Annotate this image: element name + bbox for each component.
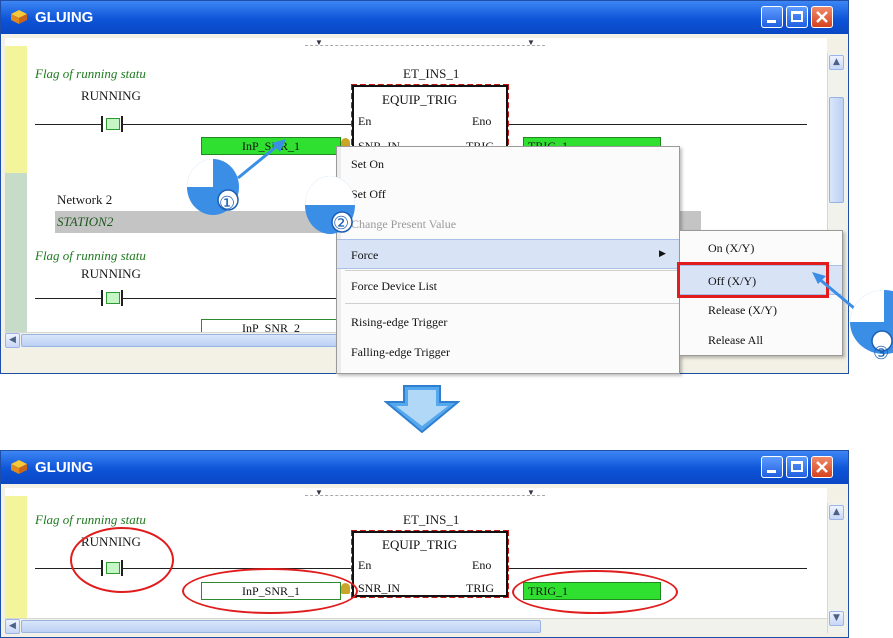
minimize-button[interactable] [761, 456, 783, 478]
network-header: Network 2 [57, 192, 113, 207]
highlight-box [677, 262, 829, 298]
title-bar[interactable]: GLUING [1, 451, 848, 484]
scroll-thumb[interactable] [21, 620, 541, 633]
pin-en: En [358, 114, 372, 128]
submenu-item-release-all[interactable]: Release All [680, 325, 842, 355]
splitter-handle[interactable]: ▼ ▼ [305, 38, 545, 47]
menu-item-force[interactable]: Force ▶ [337, 239, 679, 269]
chevron-down-icon: ▼ [527, 38, 535, 47]
highlight-ring [512, 570, 678, 614]
scroll-up-button[interactable]: ▲ [829, 55, 844, 70]
step-number: ③ [873, 343, 890, 363]
station-comment: STATION2 [57, 214, 114, 229]
function-block[interactable]: EQUIP_TRIG En Eno SNR_IN TRIG [351, 530, 509, 598]
submenu-arrow-icon: ▶ [659, 248, 666, 258]
down-arrow-icon [384, 385, 460, 434]
app-icon [11, 10, 27, 24]
contact-label: RUNNING [81, 266, 141, 281]
rung-line [123, 124, 353, 125]
scroll-left-button[interactable]: ◀ [5, 619, 20, 634]
rung-line [123, 298, 353, 299]
menu-item-force-device-list[interactable]: Force Device List [337, 271, 679, 301]
maximize-icon [791, 11, 803, 22]
close-button[interactable] [811, 456, 833, 478]
mouse-step-2-icon [305, 176, 355, 234]
menu-item-falling-edge-trigger[interactable]: Falling-edge Trigger [337, 337, 679, 367]
window-title: GLUING [35, 459, 94, 476]
horizontal-scrollbar[interactable]: ◀ [5, 618, 827, 634]
highlight-ring [70, 527, 174, 593]
scroll-down-button[interactable]: ▼ [829, 611, 844, 626]
title-bar[interactable]: GLUING [1, 1, 848, 34]
menu-item-change-present-value[interactable]: Change Present Value [337, 209, 679, 239]
flag-comment: Flag of running statu [35, 512, 146, 527]
running-contact[interactable] [101, 290, 123, 306]
chevron-down-icon: ▼ [527, 488, 535, 497]
highlight-ring [182, 568, 358, 614]
pin-eno: Eno [472, 114, 492, 128]
fb-type: EQUIP_TRIG [382, 92, 458, 107]
step-number: ② [333, 213, 350, 233]
pin-en: En [358, 558, 372, 572]
contact-label: RUNNING [81, 88, 141, 103]
flag-comment: Flag of running statu [35, 66, 146, 81]
menu-item-set-off[interactable]: Set Off [337, 179, 679, 209]
menu-item-set-on[interactable]: Set On [337, 149, 679, 179]
pin-eno: Eno [472, 558, 492, 572]
minimize-icon [767, 470, 776, 473]
minimize-icon [767, 20, 776, 23]
flag-comment: Flag of running statu [35, 248, 146, 263]
step-number: ① [219, 193, 236, 213]
scroll-left-button[interactable]: ◀ [5, 333, 20, 348]
function-block[interactable]: EQUIP_TRIG En Eno SNR_IN TRIG [351, 84, 509, 154]
network2-gutter [5, 173, 27, 348]
pin-snr-in: SNR_IN [358, 581, 401, 595]
rung-line [35, 298, 101, 299]
scroll-thumb[interactable] [829, 97, 844, 203]
submenu-item-on[interactable]: On (X/Y) [680, 233, 842, 263]
fb-instance-name: ET_INS_1 [403, 512, 460, 527]
maximize-button[interactable] [786, 456, 808, 478]
fb-instance-name: ET_INS_1 [403, 66, 460, 81]
menu-separator [345, 303, 679, 304]
scroll-up-button[interactable]: ▲ [829, 505, 844, 520]
chevron-down-icon: ▼ [315, 488, 323, 497]
rung-line [35, 124, 101, 125]
window-title: GLUING [35, 9, 94, 26]
minimize-button[interactable] [761, 6, 783, 28]
rung-line [507, 124, 807, 125]
splitter-handle[interactable]: ▼ ▼ [305, 488, 545, 497]
app-icon [11, 460, 27, 474]
rung-line [507, 568, 807, 569]
arrow-icon [237, 139, 286, 180]
network1-gutter [5, 496, 27, 618]
pin-trig: TRIG [466, 581, 494, 595]
network1-gutter [5, 46, 27, 173]
running-contact[interactable] [101, 116, 123, 132]
fb-type: EQUIP_TRIG [382, 537, 458, 552]
close-icon [816, 461, 828, 473]
close-button[interactable] [811, 6, 833, 28]
context-menu: Set On Set Off Change Present Value Forc… [336, 146, 680, 374]
vertical-scrollbar[interactable]: ▲ ▼ [827, 503, 845, 633]
maximize-button[interactable] [786, 6, 808, 28]
chevron-down-icon: ▼ [315, 38, 323, 47]
menu-item-rising-edge-trigger[interactable]: Rising-edge Trigger [337, 307, 679, 337]
maximize-icon [791, 461, 803, 472]
close-icon [816, 11, 828, 23]
